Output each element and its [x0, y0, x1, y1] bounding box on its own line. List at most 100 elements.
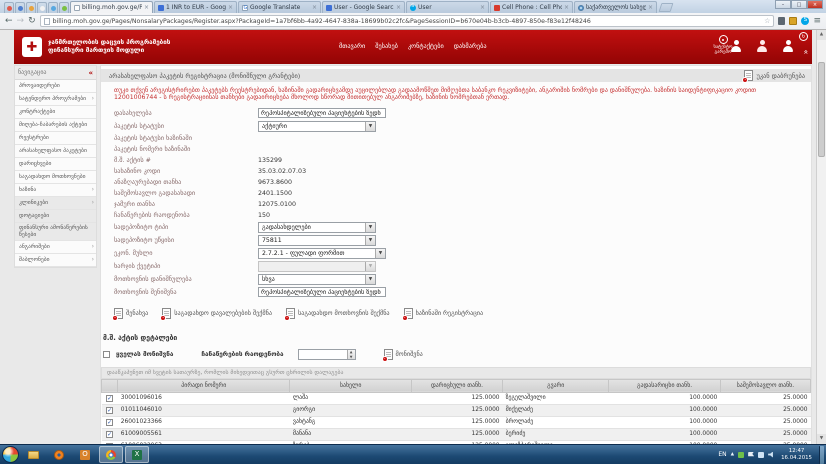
- url-text[interactable]: billing.moh.gov.ge/Pages/NonsalaryPackag…: [53, 18, 762, 25]
- skype-extension-icon[interactable]: [801, 17, 809, 25]
- sidebar-item-reports[interactable]: ანგარიშები›: [15, 241, 96, 254]
- users-icon[interactable]: [756, 40, 768, 52]
- request-note-input[interactable]: [258, 287, 386, 297]
- nav-about[interactable]: შესახებ: [375, 43, 398, 50]
- tab-close-icon[interactable]: ×: [648, 4, 653, 11]
- collapse-sidebar-icon[interactable]: «: [88, 69, 93, 77]
- tab-close-icon[interactable]: ×: [312, 4, 317, 11]
- deposit-type-select[interactable]: გადასახდელები▼: [258, 222, 376, 233]
- tab-close-icon[interactable]: ×: [564, 4, 569, 11]
- nav-contacts[interactable]: კონტაქტები: [408, 43, 444, 50]
- pinned-tab[interactable]: [26, 2, 36, 13]
- nav-help[interactable]: დახმარება: [454, 43, 487, 50]
- econ-article-select[interactable]: 2.7.2.1 - ფულადი ფორმით▼: [258, 248, 386, 259]
- sidebar-item-payment-requests[interactable]: საგადახდო მოთხოვნები: [15, 171, 96, 184]
- reload-icon[interactable]: ↻: [28, 17, 36, 26]
- register-in-treasury-button[interactable]: - ხაზინაში რეგისტრაცია: [404, 308, 484, 319]
- row-checkbox[interactable]: [106, 407, 113, 414]
- package-status-select[interactable]: აქტიური▼: [258, 121, 376, 132]
- mark-button[interactable]: - მონიშვნა: [384, 349, 423, 360]
- column-header-tax[interactable]: საშემოსავლო თანხ.: [720, 379, 810, 392]
- extension-icon[interactable]: [789, 17, 797, 25]
- tab-close-icon[interactable]: ×: [228, 4, 233, 11]
- sidebar-item-accruals[interactable]: დარიცხვები: [15, 158, 96, 171]
- forward-icon[interactable]: →: [17, 17, 25, 26]
- spinner-arrows-icon[interactable]: ▲▼: [347, 350, 355, 359]
- new-tab-button[interactable]: [659, 3, 674, 12]
- tray-expand-icon[interactable]: ▲: [731, 452, 734, 457]
- name-input[interactable]: [258, 108, 386, 118]
- sidebar-item-providers[interactable]: პროვაიდერები: [15, 80, 96, 93]
- taskbar-outlook[interactable]: [73, 446, 97, 463]
- tab-currency[interactable]: 1 INR to EUR - Google Se ×: [154, 1, 237, 13]
- pinned-tab[interactable]: [37, 2, 47, 13]
- spin-up-icon[interactable]: ▲: [350, 350, 353, 354]
- column-header-accrued[interactable]: დარიცხული თანხ.: [411, 379, 502, 392]
- sidebar-item-subsidies[interactable]: დოტაციები: [15, 210, 96, 223]
- go-back-button[interactable]: - უკან დაბრუნება: [744, 70, 805, 81]
- account-icon[interactable]: [782, 40, 794, 52]
- address-bar[interactable]: billing.moh.gov.ge/Pages/NonsalaryPackag…: [40, 15, 775, 27]
- sidebar-item-acceptance-acts[interactable]: მიღება-ჩაბარების აქტები: [15, 119, 96, 132]
- scroll-up-icon[interactable]: ▲: [817, 30, 826, 40]
- pinned-tab[interactable]: [59, 2, 69, 13]
- nav-home[interactable]: მთავარი: [339, 43, 365, 50]
- tab-close-icon[interactable]: ×: [396, 4, 401, 11]
- column-header-pid[interactable]: პირადი ნომერი: [118, 379, 290, 392]
- sidebar-item-registries[interactable]: რეესტრები: [15, 132, 96, 145]
- minimize-button[interactable]: –: [775, 0, 791, 9]
- records-count-stepper[interactable]: ▲▼: [298, 349, 356, 360]
- show-desktop-button[interactable]: [819, 446, 824, 464]
- request-purpose-select[interactable]: სხვა▼: [258, 274, 376, 285]
- tab-billing[interactable]: billing.moh.gov.ge/Page: ×: [70, 1, 153, 13]
- taskbar-chrome[interactable]: [99, 446, 123, 463]
- security-tray-icon[interactable]: [738, 452, 744, 458]
- sidebar-item-tender-programs[interactable]: სატენდერო პროგრამები›: [15, 93, 96, 106]
- create-payment-request-button[interactable]: - საგადახდო მოთხოვნის შექმნა: [286, 308, 390, 319]
- column-header-name[interactable]: სახელი: [290, 379, 412, 392]
- pinned-tab[interactable]: [15, 2, 25, 13]
- pinned-tab[interactable]: [4, 2, 14, 13]
- back-icon[interactable]: ←: [5, 17, 13, 26]
- tab-close-icon[interactable]: ×: [480, 4, 485, 11]
- tab-cellphone[interactable]: Cell Phone : Cell Phones : ×: [490, 1, 573, 13]
- taskbar-firefox[interactable]: [47, 446, 71, 463]
- select-all-checkbox[interactable]: [103, 351, 110, 358]
- deposit-sheet-select[interactable]: 75811▼: [258, 235, 376, 246]
- sidebar-item-statement-rules[interactable]: ფინანსური ამონაწერების წესები: [15, 223, 96, 241]
- user-icon[interactable]: [730, 40, 742, 52]
- action-center-flag-icon[interactable]: [748, 452, 754, 458]
- create-payment-orders-button[interactable]: - საგადახდო დავალებების შექმნა: [162, 308, 272, 319]
- bookmark-star-icon[interactable]: ☆: [764, 17, 770, 25]
- volume-icon[interactable]: [768, 452, 774, 458]
- row-checkbox[interactable]: [106, 431, 113, 438]
- row-checkbox[interactable]: [106, 419, 113, 426]
- sidebar-item-nonsalary-packages[interactable]: არასახელფასო პაკეტები: [15, 145, 96, 158]
- pinned-tab[interactable]: [48, 2, 58, 13]
- scroll-down-icon[interactable]: ▼: [817, 434, 826, 444]
- taskbar-explorer[interactable]: [21, 446, 45, 463]
- sidebar-item-treasury[interactable]: ხაზინა›: [15, 184, 96, 197]
- language-indicator[interactable]: EN: [718, 451, 726, 458]
- maximize-button[interactable]: □: [791, 0, 807, 9]
- tab-georgian-site[interactable]: საქართველოს სახელმწ ×: [574, 1, 657, 13]
- save-button[interactable]: - შენახვა: [114, 308, 148, 319]
- row-checkbox[interactable]: [106, 395, 113, 402]
- column-header-surname[interactable]: გვარი: [503, 379, 609, 392]
- collapse-header-icon[interactable]: «: [802, 50, 810, 55]
- refresh-icon[interactable]: ↻: [799, 32, 808, 41]
- spin-down-icon[interactable]: ▼: [350, 355, 353, 359]
- page-scrollbar[interactable]: ▲ ▼: [816, 30, 826, 444]
- close-button[interactable]: ×: [807, 0, 823, 9]
- scrollbar-thumb[interactable]: [818, 62, 825, 157]
- extension-icon[interactable]: [778, 17, 785, 25]
- taskbar-excel[interactable]: [125, 446, 149, 463]
- sidebar-item-clinics[interactable]: კლინიკები›: [15, 197, 96, 210]
- tab-translate[interactable]: Google Translate ×: [238, 1, 321, 13]
- chrome-menu-icon[interactable]: ≡: [813, 17, 821, 26]
- tab-search[interactable]: User - Google Search ×: [322, 1, 405, 13]
- column-header-transfer[interactable]: გადასარიცხი თანხ.: [609, 379, 720, 392]
- sidebar-item-contracts[interactable]: კონტრაქტები: [15, 106, 96, 119]
- sidebar-item-templates[interactable]: შაბლონები›: [15, 254, 96, 267]
- clock[interactable]: 12:47 16.04.2015: [781, 448, 812, 461]
